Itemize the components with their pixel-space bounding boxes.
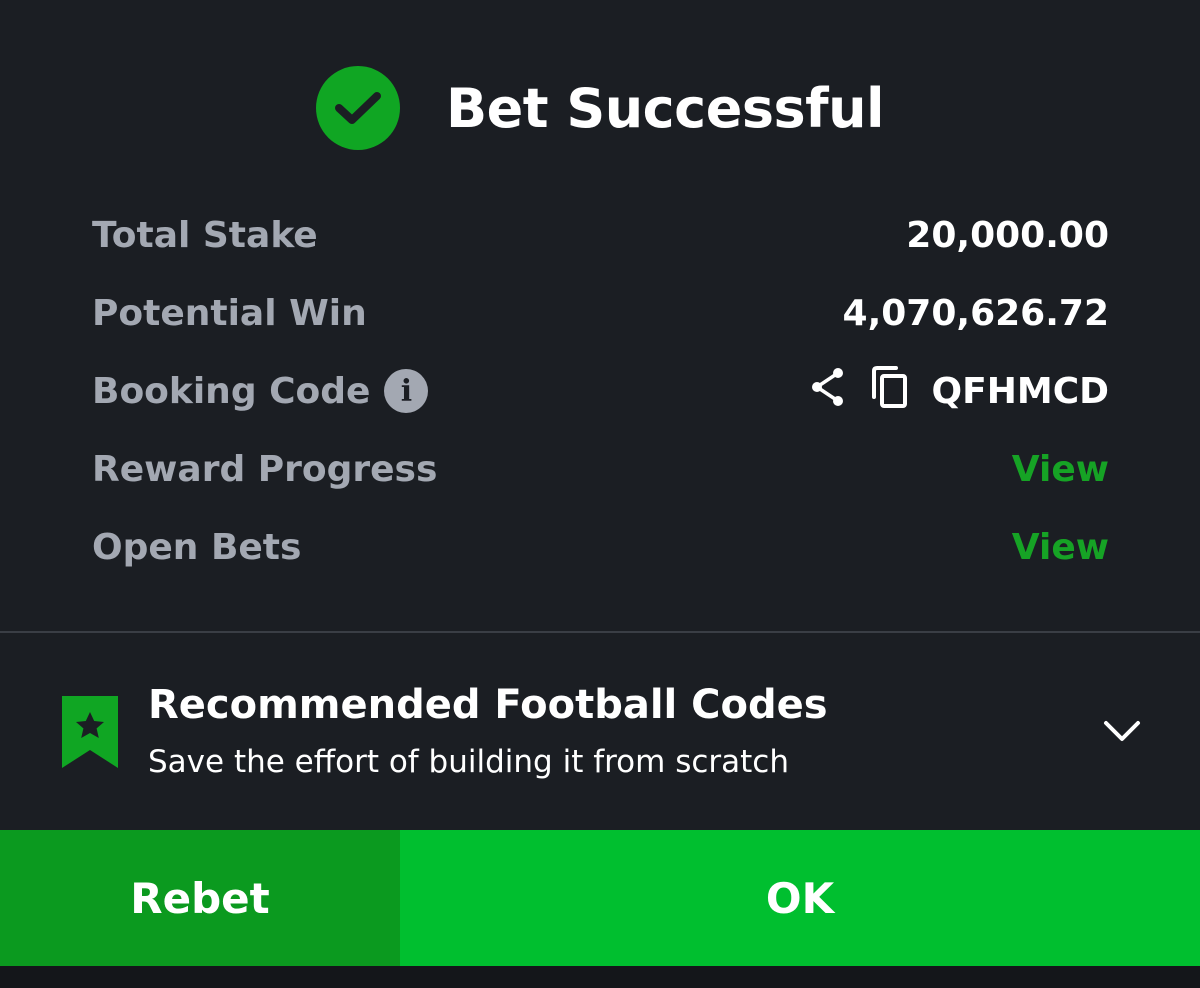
info-icon[interactable]: i <box>384 369 429 413</box>
potential-win-value: 4,070,626.72 <box>842 292 1109 334</box>
recommended-title: Recommended Football Codes <box>148 682 828 728</box>
copy-icon[interactable] <box>870 365 910 418</box>
open-bets-row: Open Bets View <box>92 508 1109 586</box>
check-circle-icon <box>315 66 400 150</box>
bet-summary: Total Stake 20,000.00 Potential Win 4,07… <box>92 196 1109 586</box>
share-icon[interactable] <box>808 366 848 417</box>
potential-win-label: Potential Win <box>92 292 367 334</box>
open-bets-view-link[interactable]: View <box>1012 527 1109 568</box>
page-title: Bet Successful <box>445 76 885 140</box>
bottom-bar <box>0 966 1200 988</box>
success-header: Bet Successful <box>0 58 1200 158</box>
booking-code-value[interactable]: QFHMCD <box>932 371 1109 412</box>
ok-button[interactable]: OK <box>400 830 1200 966</box>
total-stake-value: 20,000.00 <box>906 214 1109 256</box>
potential-win-row: Potential Win 4,070,626.72 <box>92 274 1109 352</box>
booking-code-row: Booking Code i QFHMCD <box>92 352 1109 430</box>
booking-code-value-group: QFHMCD <box>808 365 1109 418</box>
booking-code-label-group: Booking Code i <box>92 369 429 413</box>
bookmark-star-icon <box>62 696 118 772</box>
booking-code-label: Booking Code <box>92 370 371 412</box>
reward-progress-view-link[interactable]: View <box>1012 449 1109 490</box>
divider <box>0 631 1200 633</box>
total-stake-label: Total Stake <box>92 214 318 256</box>
recommended-codes-panel[interactable]: Recommended Football Codes Save the effo… <box>0 634 1200 830</box>
recommended-subtitle: Save the effort of building it from scra… <box>148 744 789 780</box>
rebet-button[interactable]: Rebet <box>0 830 400 966</box>
open-bets-label: Open Bets <box>92 526 302 568</box>
reward-progress-row: Reward Progress View <box>92 430 1109 508</box>
action-buttons: Rebet OK <box>0 830 1200 966</box>
chevron-down-icon[interactable] <box>1102 718 1142 748</box>
reward-progress-label: Reward Progress <box>92 448 438 490</box>
total-stake-row: Total Stake 20,000.00 <box>92 196 1109 274</box>
